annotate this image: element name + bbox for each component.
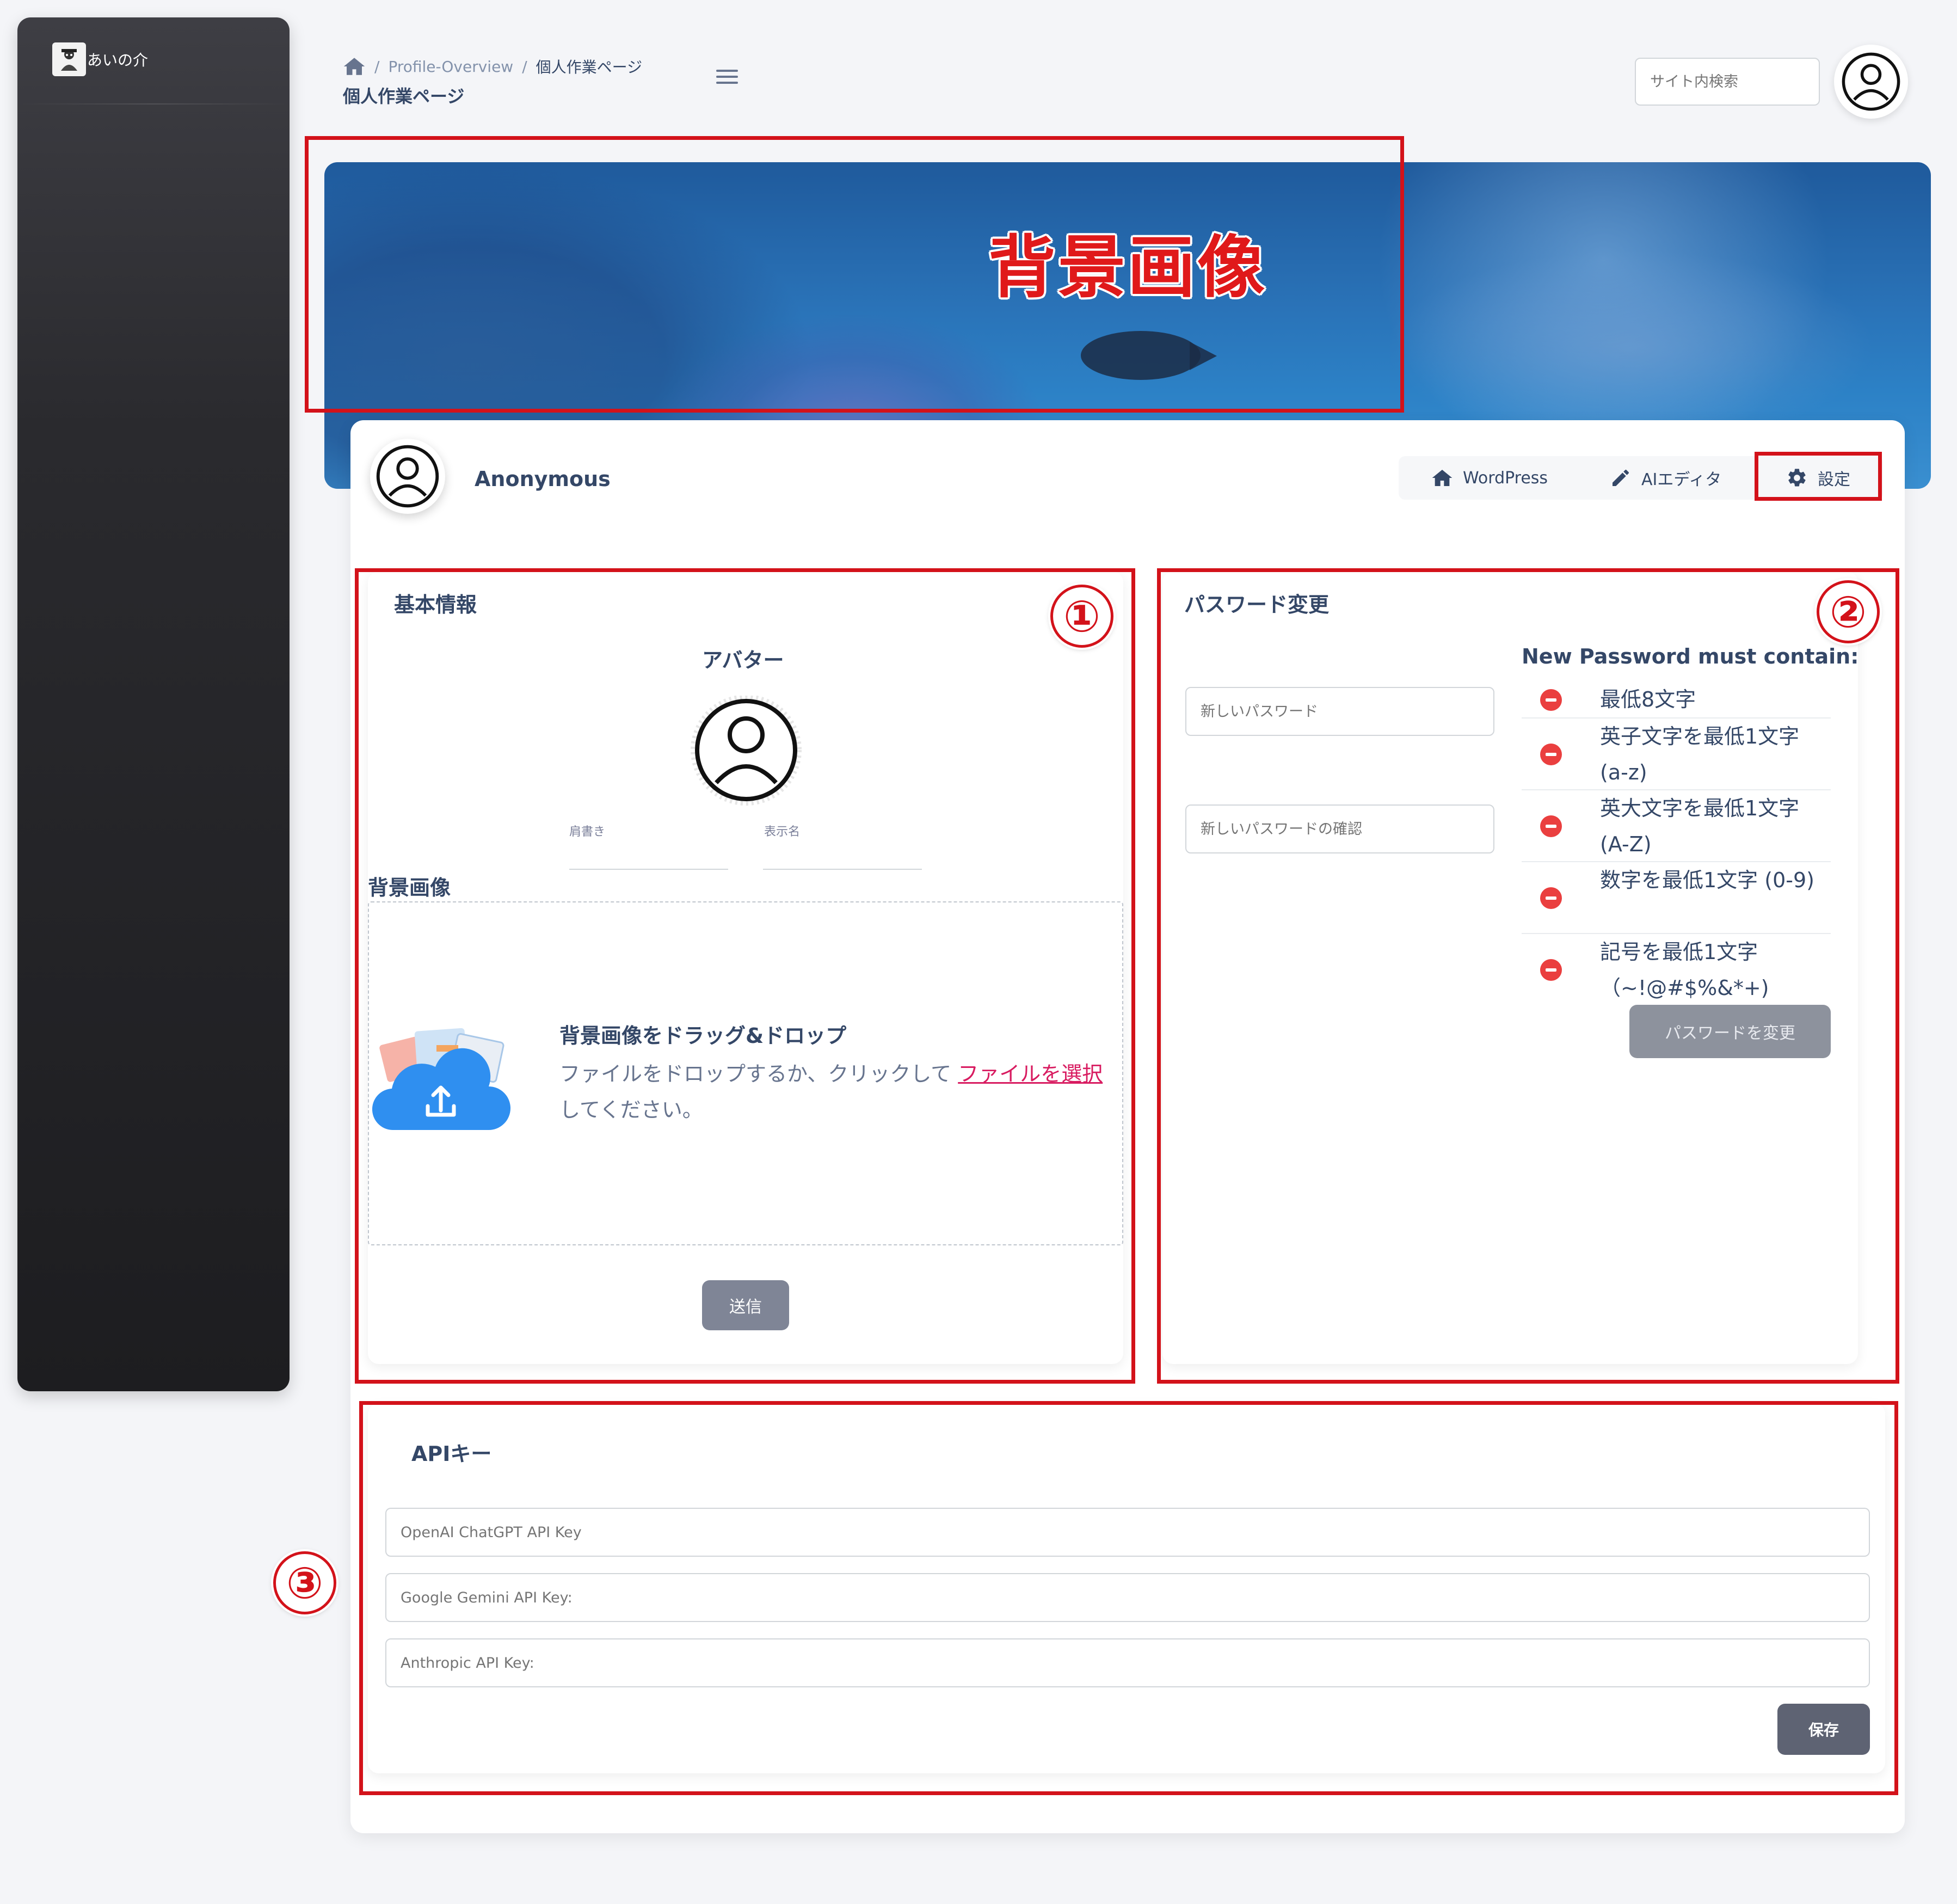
tab-label: AIエディタ xyxy=(1641,470,1722,489)
dropzone-instructions: ファイルをドロップするか、クリックして ファイルを選択 してください。 xyxy=(559,1056,1104,1128)
brand-logo-icon xyxy=(52,42,86,76)
requirement-text: 最低8文字 xyxy=(1600,687,1696,711)
background-image-label: 背景画像 xyxy=(368,876,451,900)
title-field-label: 肩書き xyxy=(569,825,606,839)
gear-icon xyxy=(1786,467,1808,489)
api-keys-title: APIキー xyxy=(411,1442,492,1466)
tab-label: 設定 xyxy=(1818,470,1850,489)
page-title: 個人作業ページ xyxy=(343,86,465,107)
submit-button[interactable]: 送信 xyxy=(702,1280,789,1330)
requirement-text: 記号を最低1文字 （~!@#$%&*+) xyxy=(1600,940,1769,1000)
display-name-input[interactable] xyxy=(763,848,922,870)
pencil-icon xyxy=(1610,467,1632,489)
cloud-upload-icon xyxy=(372,1023,514,1132)
annotation-number-2: ② xyxy=(1817,580,1880,643)
breadcrumb-separator: / xyxy=(374,57,380,76)
breadcrumb-separator: / xyxy=(522,57,527,76)
profile-name: Anonymous xyxy=(475,467,611,491)
search-input[interactable] xyxy=(1635,58,1820,106)
requirement-item: 数字を最低1文字 (0-9) xyxy=(1522,862,1831,934)
sidebar: あいの介 xyxy=(17,17,290,1391)
sidebar-brand[interactable]: あいの介 xyxy=(52,42,148,76)
profile-avatar-icon xyxy=(370,439,445,514)
tab-ai-editor[interactable]: AIエディタ xyxy=(1610,456,1721,500)
requirement-text: 数字を最低1文字 (0-9) xyxy=(1600,868,1814,892)
minus-circle-icon xyxy=(1540,689,1562,711)
sidebar-divider xyxy=(17,103,290,105)
minus-circle-icon xyxy=(1540,815,1562,837)
requirement-item: 最低8文字 xyxy=(1522,681,1831,718)
fish-shape xyxy=(1081,331,1201,380)
banner-annotation-title: 背景画像 xyxy=(988,229,1267,307)
dropzone-text-after: してください。 xyxy=(559,1098,703,1122)
annotation-number-1: ① xyxy=(1050,585,1113,648)
user-avatar-icon[interactable] xyxy=(1834,45,1908,119)
password-title: パスワード変更 xyxy=(1184,593,1330,617)
save-button[interactable]: 保存 xyxy=(1777,1704,1870,1755)
breadcrumb: / Profile-Overview / 個人作業ページ xyxy=(343,56,642,77)
dropzone-text-before: ファイルをドロップするか、クリックして xyxy=(559,1062,958,1086)
dropzone-title: 背景画像をドラッグ&ドロップ xyxy=(559,1024,847,1048)
requirements-title: New Password must contain: xyxy=(1522,644,1859,668)
profile-tabs: WordPress AIエディタ 設定 xyxy=(1399,456,1883,500)
breadcrumb-item-profile-overview[interactable]: Profile-Overview xyxy=(388,58,513,76)
tab-label: WordPress xyxy=(1463,468,1548,488)
minus-circle-icon xyxy=(1540,887,1562,909)
tab-settings[interactable]: 設定 xyxy=(1786,456,1850,500)
requirement-text: 英子文字を最低1文字 (a-z) xyxy=(1600,724,1800,784)
change-password-button[interactable]: パスワードを変更 xyxy=(1629,1005,1831,1058)
requirement-text: 英大文字を最低1文字 (A-Z) xyxy=(1600,796,1800,856)
openai-api-key-input[interactable] xyxy=(385,1508,1870,1557)
confirm-password-input[interactable] xyxy=(1185,804,1494,853)
annotation-number-3: ③ xyxy=(273,1551,336,1614)
display-name-label: 表示名 xyxy=(764,825,801,839)
breadcrumb-item-current: 個人作業ページ xyxy=(536,58,643,76)
requirement-item: 英大文字を最低1文字 (A-Z) xyxy=(1522,790,1831,862)
title-field-input[interactable] xyxy=(569,848,728,870)
minus-circle-icon xyxy=(1540,744,1562,765)
requirement-item: 英子文字を最低1文字 (a-z) xyxy=(1522,718,1831,790)
select-file-link[interactable]: ファイルを選択 xyxy=(958,1062,1103,1086)
home-icon xyxy=(1431,468,1453,488)
avatar-label: アバター xyxy=(702,648,784,672)
gemini-api-key-input[interactable] xyxy=(385,1573,1870,1622)
basic-info-title: 基本情報 xyxy=(394,593,477,617)
avatar-upload[interactable] xyxy=(679,695,813,807)
brand-name: あいの介 xyxy=(87,51,149,69)
new-password-input[interactable] xyxy=(1185,687,1494,736)
anthropic-api-key-input[interactable] xyxy=(385,1638,1870,1687)
minus-circle-icon xyxy=(1540,959,1562,981)
requirement-item: 記号を最低1文字 （~!@#$%&*+) xyxy=(1522,934,1831,1006)
home-icon[interactable] xyxy=(343,57,366,76)
menu-toggle-icon[interactable] xyxy=(716,70,738,86)
tab-wordpress[interactable]: WordPress xyxy=(1431,456,1548,500)
